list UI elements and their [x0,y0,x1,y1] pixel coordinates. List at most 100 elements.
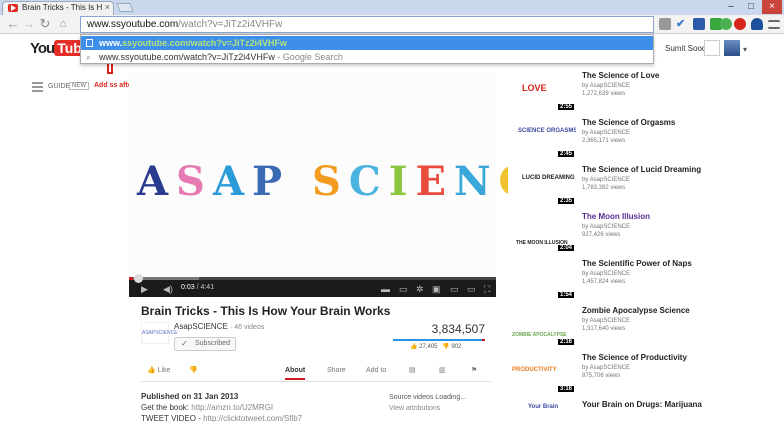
subscribed-button[interactable]: ✓ Subscribed [174,337,236,351]
watch-later-icon[interactable]: ▣ [432,284,441,294]
flag-icon[interactable]: ⚑ [471,364,477,378]
share-box[interactable] [704,40,720,56]
video-player[interactable]: ASAP SCIENCE ▶ ◀) 0:03 / 4:41 ▬ ▭ ✲ ▣ ▭ … [129,72,569,297]
tab-share[interactable]: Share [327,364,346,378]
related-views: 1,272,639 views [582,91,626,97]
captions-icon[interactable]: ▬ [381,284,390,294]
thumbs-up-icon: 👍 [147,367,156,374]
related-title[interactable]: The Science of Productivity [582,353,687,362]
maximize-button[interactable]: □ [742,0,760,14]
description-line: Get the book: http://amzn.to/U2MRGI [141,403,274,412]
related-channel: by AsapSCIENCE [582,224,631,230]
video-frame[interactable]: ASAP SCIENCE [129,72,569,277]
stop-extension-icon[interactable] [734,18,746,30]
related-video-item[interactable]: Your Brain Your Brain on Drugs: Marijuana [508,400,778,445]
close-window-button[interactable]: × [762,0,782,14]
related-video-item[interactable]: LUCID DREAMING 2:35 The Science of Lucid D… [508,165,778,210]
video-thumbnail[interactable]: THE MOON ILLUSION 2:04 [508,212,576,252]
video-thumbnail[interactable]: 1:54 [508,259,576,299]
related-title[interactable]: The Science of Lucid Dreaming [582,165,701,174]
new-tab-button[interactable] [116,3,134,12]
extension-icon[interactable] [693,18,705,30]
video-thumbnail[interactable]: LOVE 2:55 [508,71,576,111]
video-thumbnail[interactable]: ZOMBIE APOCALYPSE 2:16 [508,306,576,346]
related-views: 875,706 views [582,373,621,379]
progress-bar[interactable] [129,274,496,283]
related-views: 1,457,824 views [582,279,626,285]
avatar[interactable] [724,40,740,56]
view-attributions-link[interactable]: View attributions [389,405,440,412]
url-path: /watch?v=JiTz2i4VHFw [178,19,283,30]
action-bar: 👍 Like 👎 About Share Add to ▤ ▥ ⚑ [141,364,491,382]
menu-icon [32,82,43,92]
related-title[interactable]: The Moon Illusion [582,212,650,221]
related-video-item[interactable]: 1:54 The Scientific Power of Naps by AsapS… [508,259,778,304]
page-icon [86,39,93,47]
reload-icon[interactable]: ↻ [38,16,52,32]
duration-badge: 1:54 [557,292,574,298]
played-bar [129,277,134,280]
new-badge: NEW [69,82,89,90]
related-video-item[interactable]: THE MOON ILLUSION 2:04 The Moon Illusion by… [508,212,778,257]
video-thumbnail[interactable]: Your Brain [508,400,576,440]
minimize-button[interactable]: – [722,0,740,14]
channel-avatar[interactable]: ASAPSCIENCE [141,322,178,344]
scrubber-handle[interactable] [134,274,143,283]
extension-icon[interactable] [720,18,732,30]
video-thumbnail[interactable]: LUCID DREAMING 2:35 [508,165,576,205]
user-name[interactable]: Sumit Sood [665,44,706,53]
tweet-link[interactable]: http://clicktotweet.com/Sflb7 [203,414,302,422]
duration-badge: 2:35 [557,198,574,204]
annotations-icon[interactable]: ▭ [399,284,408,294]
related-channel: by AsapSCIENCE [582,177,631,183]
channel-name[interactable]: AsapSCIENCE [174,322,228,331]
related-title[interactable]: The Science of Love [582,71,659,80]
cloud-extension-icon[interactable] [751,18,763,30]
fullscreen-icon[interactable]: ⛶ [484,284,490,294]
stats-icon[interactable]: ▥ [439,364,446,378]
forward-arrow-icon[interactable]: → [22,16,36,32]
related-video-item[interactable]: ZOMBIE APOCALYPSE 2:16 Zombie Apocalypse S… [508,306,778,351]
tab-close-icon[interactable]: × [105,2,110,12]
like-ratio-fill [393,339,483,341]
address-bar[interactable]: www.ssyoutube.com/watch?v=JiTz2i4VHFw [80,16,654,33]
play-icon[interactable]: ▶ [141,284,148,294]
related-channel: by AsapSCIENCE [582,83,631,89]
related-title[interactable]: Your Brain on Drugs: Marijuana [582,400,702,409]
browser-tab[interactable]: Brain Tricks - This Is How × [2,1,114,15]
thumbs-down-icon: 👎 [189,367,198,374]
extension-icon[interactable] [659,18,671,30]
dislike-button[interactable]: 👎 [189,364,198,378]
related-title[interactable]: The Scientific Power of Naps [582,259,692,268]
duration-badge: 2:04 [557,245,574,251]
tab-about[interactable]: About [285,364,306,380]
video-thumbnail[interactable]: PRODUCTIVITY 3:16 [508,353,576,393]
back-arrow-icon[interactable]: ← [6,16,20,32]
related-views: 1,783,382 views [582,185,626,191]
large-player-icon[interactable]: ▭ [467,284,476,294]
suggestion-search[interactable]: ⌕ www.ssyoutube.com/watch?v=JiTz2i4VHFw … [81,50,653,64]
search-icon: ⌕ [86,52,92,62]
check-icon: ✓ [181,339,188,348]
volume-icon[interactable]: ◀) [163,284,173,294]
home-icon[interactable]: ⌂ [56,16,70,32]
check-extension-icon[interactable]: ✔ [676,18,688,30]
chevron-down-icon[interactable]: ▾ [743,45,747,54]
related-title[interactable]: Zombie Apocalypse Science [582,306,690,315]
book-link[interactable]: http://amzn.to/U2MRGI [191,403,273,412]
related-video-item[interactable]: PRODUCTIVITY 3:16 The Science of Productiv… [508,353,778,398]
duration-badge: 3:16 [557,386,574,392]
related-video-item[interactable]: SCIENCE ORGASMS 2:45 The Science of Orgasm… [508,118,778,163]
tab-add-to[interactable]: Add to [366,364,386,378]
gear-icon[interactable]: ✲ [416,284,424,294]
small-player-icon[interactable]: ▭ [450,284,459,294]
video-thumbnail[interactable]: SCIENCE ORGASMS 2:45 [508,118,576,158]
suggestion-url[interactable]: www.ssyoutube.com/watch?v=JiTz2i4VHFw [81,36,653,50]
related-channel: by AsapSCIENCE [582,318,631,324]
transcript-icon[interactable]: ▤ [409,364,416,378]
video-count[interactable]: · 46 videos [230,324,264,331]
related-title[interactable]: The Science of Orgasms [582,118,675,127]
menu-icon[interactable] [768,20,780,29]
related-video-item[interactable]: LOVE 2:55 The Science of Love by AsapSCIENC… [508,71,778,116]
like-button[interactable]: 👍 Like [147,364,171,378]
